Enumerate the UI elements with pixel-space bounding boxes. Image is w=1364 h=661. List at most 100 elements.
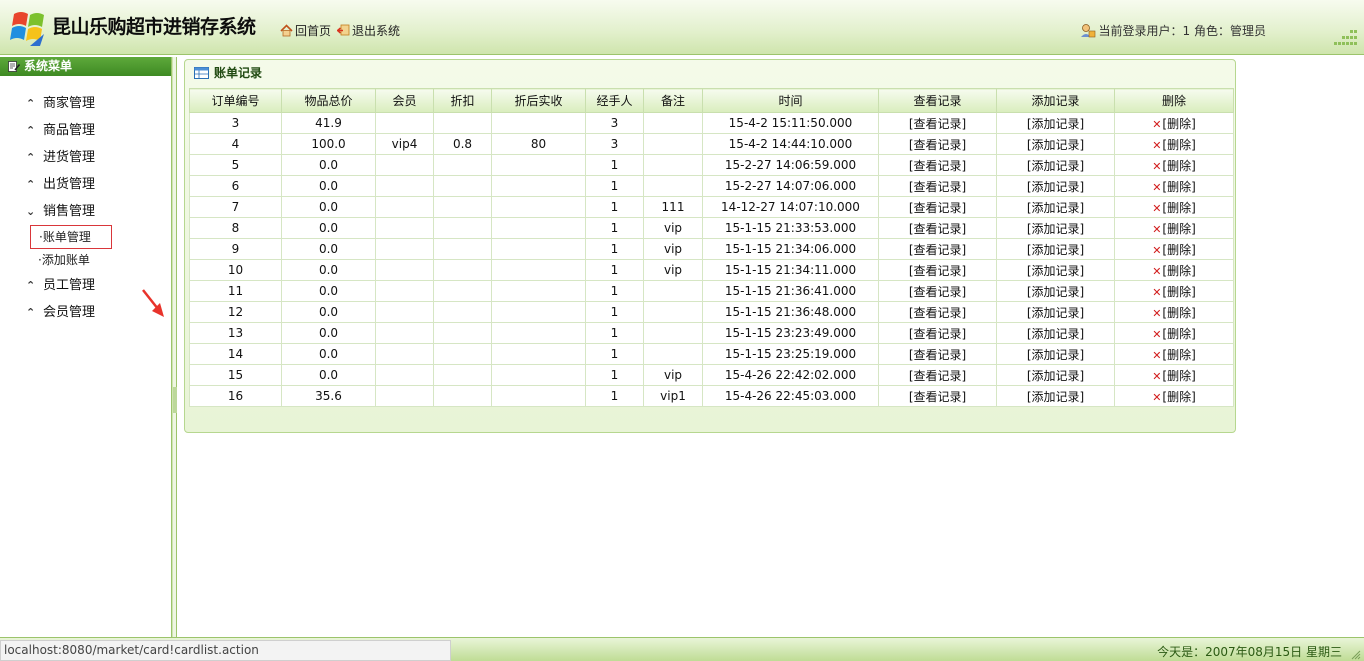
delete-x-icon[interactable]: ✕ <box>1152 202 1161 215</box>
add-records-link[interactable]: [添加记录] <box>1027 201 1084 215</box>
cell-order-id: 6 <box>189 175 282 197</box>
view-records-link[interactable]: [查看记录] <box>909 201 966 215</box>
cell-time: 15-1-15 21:36:41.000 <box>702 280 879 302</box>
cell-actual-received <box>491 196 586 218</box>
splitter-grip[interactable] <box>173 387 177 413</box>
home-link[interactable]: 回首页 <box>280 22 331 39</box>
delete-link[interactable]: [删除] <box>1162 390 1195 404</box>
home-link-label: 回首页 <box>295 24 332 38</box>
cell-time: 15-1-15 21:34:06.000 <box>702 238 879 260</box>
cell-time: 15-1-15 21:34:11.000 <box>702 259 879 281</box>
sidebar-item-shipping[interactable]: ⌃ 出货管理 <box>0 171 171 198</box>
delete-link[interactable]: [删除] <box>1162 264 1195 278</box>
delete-link[interactable]: [删除] <box>1162 306 1195 320</box>
delete-x-icon[interactable]: ✕ <box>1152 139 1161 152</box>
add-records-link[interactable]: [添加记录] <box>1027 117 1084 131</box>
add-records-link[interactable]: [添加记录] <box>1027 390 1084 404</box>
view-records-link[interactable]: [查看记录] <box>909 243 966 257</box>
add-records-link[interactable]: [添加记录] <box>1027 180 1084 194</box>
delete-x-icon[interactable]: ✕ <box>1152 160 1161 173</box>
cell-discount <box>433 364 492 386</box>
cell-order-id: 11 <box>189 280 282 302</box>
cell-total-price: 35.6 <box>281 385 376 407</box>
bill-records-table: 订单编号 物品总价 会员 折扣 折后实收 经手人 备注 时间 查看记录 添加记录… <box>189 88 1234 407</box>
add-records-link[interactable]: [添加记录] <box>1027 222 1084 236</box>
table-row: 4 100.0 vip4 0.8 80 3 15-4-2 14:44:10.000 [查看记录… <box>189 133 1234 155</box>
add-records-link[interactable]: [添加记录] <box>1027 327 1084 341</box>
cell-view: [查看记录] <box>878 154 997 176</box>
delete-x-icon[interactable]: ✕ <box>1152 223 1161 236</box>
cell-time: 14-12-27 14:07:10.000 <box>702 196 879 218</box>
cell-view: [查看记录] <box>878 385 997 407</box>
cell-delete: ✕[删除] <box>1114 364 1234 386</box>
add-records-link[interactable]: [添加记录] <box>1027 348 1084 362</box>
view-records-link[interactable]: [查看记录] <box>909 390 966 404</box>
cell-note <box>643 301 703 323</box>
resize-grip-icon[interactable] <box>1349 648 1361 660</box>
delete-link[interactable]: [删除] <box>1162 222 1195 236</box>
cell-total-price: 0.0 <box>281 196 376 218</box>
cell-add: [添加记录] <box>996 238 1115 260</box>
sidebar-subitem-bill-management[interactable]: ·账单管理 <box>30 225 112 249</box>
cell-delete: ✕[删除] <box>1114 112 1234 134</box>
add-records-link[interactable]: [添加记录] <box>1027 306 1084 320</box>
delete-link[interactable]: [删除] <box>1162 327 1195 341</box>
sidebar-splitter[interactable] <box>172 57 177 637</box>
cell-discount <box>433 196 492 218</box>
sidebar-item-products[interactable]: ⌃ 商品管理 <box>0 117 171 144</box>
double-chevron-down-icon: ⌄ <box>26 205 36 218</box>
view-records-link[interactable]: [查看记录] <box>909 117 966 131</box>
double-chevron-up-icon: ⌃ <box>26 279 36 292</box>
delete-link[interactable]: [删除] <box>1162 285 1195 299</box>
col-header-view-records: 查看记录 <box>878 88 997 113</box>
add-records-link[interactable]: [添加记录] <box>1027 243 1084 257</box>
sidebar-item-purchasing[interactable]: ⌃ 进货管理 <box>0 144 171 171</box>
logout-link[interactable]: 退出系统 <box>337 22 400 39</box>
cell-order-id: 8 <box>189 217 282 239</box>
table-row: 14 0.0 1 15-1-15 23:25:19.000 [查看记录] [添加记录] ✕[… <box>189 343 1234 365</box>
sidebar-subitem-add-bill[interactable]: ·添加账单 <box>38 249 171 272</box>
view-records-link[interactable]: [查看记录] <box>909 327 966 341</box>
view-records-link[interactable]: [查看记录] <box>909 159 966 173</box>
table-row: 12 0.0 1 15-1-15 21:36:48.000 [查看记录] [添加记录] ✕[… <box>189 301 1234 323</box>
delete-x-icon[interactable]: ✕ <box>1152 370 1161 383</box>
delete-x-icon[interactable]: ✕ <box>1152 349 1161 362</box>
delete-x-icon[interactable]: ✕ <box>1152 391 1161 404</box>
add-records-link[interactable]: [添加记录] <box>1027 369 1084 383</box>
delete-link[interactable]: [删除] <box>1162 117 1195 131</box>
delete-link[interactable]: [删除] <box>1162 159 1195 173</box>
delete-x-icon[interactable]: ✕ <box>1152 181 1161 194</box>
delete-link[interactable]: [删除] <box>1162 243 1195 257</box>
view-records-link[interactable]: [查看记录] <box>909 264 966 278</box>
view-records-link[interactable]: [查看记录] <box>909 348 966 362</box>
delete-link[interactable]: [删除] <box>1162 369 1195 383</box>
view-records-link[interactable]: [查看记录] <box>909 306 966 320</box>
table-row: 11 0.0 1 15-1-15 21:36:41.000 [查看记录] [添加记录] ✕[… <box>189 280 1234 302</box>
delete-x-icon[interactable]: ✕ <box>1152 244 1161 257</box>
cell-total-price: 41.9 <box>281 112 376 134</box>
sidebar-item-sales[interactable]: ⌄ 销售管理 <box>0 198 171 225</box>
view-records-link[interactable]: [查看记录] <box>909 369 966 383</box>
add-records-link[interactable]: [添加记录] <box>1027 264 1084 278</box>
delete-link[interactable]: [删除] <box>1162 201 1195 215</box>
add-records-link[interactable]: [添加记录] <box>1027 138 1084 152</box>
sidebar-item-merchant[interactable]: ⌃ 商家管理 <box>0 90 171 117</box>
add-records-link[interactable]: [添加记录] <box>1027 159 1084 173</box>
delete-x-icon[interactable]: ✕ <box>1152 118 1161 131</box>
delete-x-icon[interactable]: ✕ <box>1152 286 1161 299</box>
delete-link[interactable]: [删除] <box>1162 180 1195 194</box>
delete-x-icon[interactable]: ✕ <box>1152 328 1161 341</box>
add-records-link[interactable]: [添加记录] <box>1027 285 1084 299</box>
delete-link[interactable]: [删除] <box>1162 138 1195 152</box>
delete-x-icon[interactable]: ✕ <box>1152 307 1161 320</box>
view-records-link[interactable]: [查看记录] <box>909 180 966 194</box>
view-records-link[interactable]: [查看记录] <box>909 222 966 236</box>
delete-x-icon[interactable]: ✕ <box>1152 265 1161 278</box>
cell-handler: 1 <box>585 154 644 176</box>
view-records-link[interactable]: [查看记录] <box>909 285 966 299</box>
delete-link[interactable]: [删除] <box>1162 348 1195 362</box>
cell-note <box>643 343 703 365</box>
cell-discount <box>433 301 492 323</box>
cell-note: vip <box>643 259 703 281</box>
view-records-link[interactable]: [查看记录] <box>909 138 966 152</box>
